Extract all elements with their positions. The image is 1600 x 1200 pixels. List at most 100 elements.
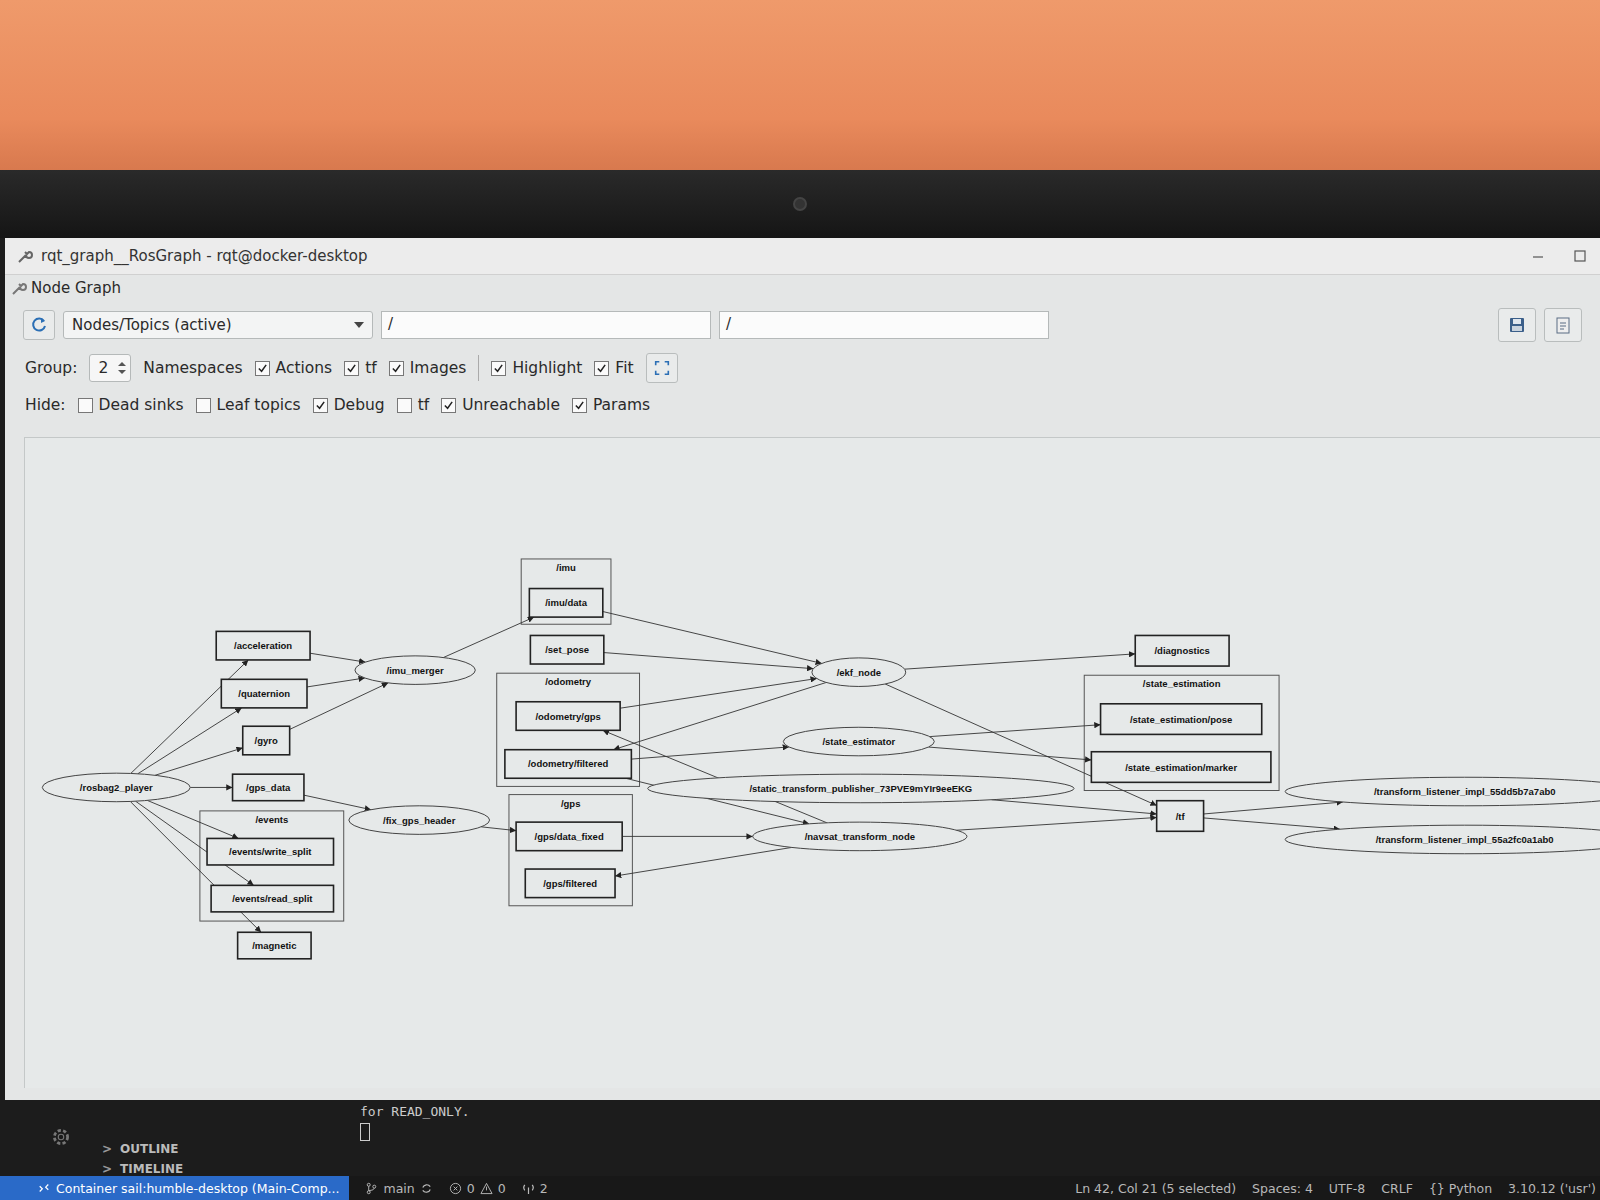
checkbox[interactable]	[344, 361, 359, 376]
photo: rqt_graph__RosGraph - rqt@docker-desktop…	[0, 0, 1600, 1200]
checkbox[interactable]	[196, 398, 211, 413]
topic[interactable]: /diagnostics	[1135, 635, 1229, 666]
refresh-icon	[29, 315, 49, 335]
node[interactable]: /fix_gps_header	[349, 806, 490, 835]
option-checkbox[interactable]: Images	[389, 359, 467, 377]
sidebar-section[interactable]: >OUTLINE	[102, 1142, 183, 1156]
topic[interactable]: /odometry/filtered	[505, 750, 631, 779]
status-item[interactable]: Spaces: 4	[1252, 1181, 1313, 1196]
remote-icon	[38, 1182, 50, 1194]
view-checkbox[interactable]: Highlight	[491, 359, 582, 377]
topic[interactable]: /gps_data	[233, 774, 304, 801]
checkbox[interactable]	[491, 361, 506, 376]
hide-toolbar: Hide: Dead sinks Leaf topics Debug tf Un…	[5, 387, 1600, 423]
refresh-button[interactable]	[23, 310, 55, 340]
checkbox[interactable]	[78, 398, 93, 413]
svg-text:/imu: /imu	[556, 562, 576, 573]
edge	[155, 748, 243, 775]
node[interactable]: /navsat_transform_node	[753, 822, 967, 851]
filter-field[interactable]: /	[719, 311, 1049, 339]
node[interactable]: /static_transform_publisher_73PVE9mYIr9e…	[648, 774, 1074, 803]
webcam-icon	[793, 197, 807, 211]
node-graph[interactable]: /imu/odometry/gps/events/state_estimatio…	[25, 438, 1600, 1088]
topic[interactable]: /state_estimation/pose	[1101, 704, 1262, 735]
svg-text:/static_transform_publisher_73: /static_transform_publisher_73PVE9mYIr9e…	[749, 783, 972, 794]
edge	[304, 795, 371, 810]
topic[interactable]: /events/read_split	[211, 885, 333, 912]
gear-icon[interactable]	[50, 1126, 72, 1148]
node[interactable]: /ekf_node	[812, 658, 906, 687]
topic[interactable]: /tf	[1157, 801, 1204, 832]
topic[interactable]: /odometry/gps	[516, 702, 620, 731]
branch-indicator[interactable]: main	[365, 1181, 432, 1196]
minimize-icon[interactable]	[1530, 248, 1546, 264]
status-item[interactable]: {} Python	[1429, 1181, 1492, 1196]
remote-indicator[interactable]: Container sail:humble-desktop (Main-Comp…	[0, 1176, 349, 1200]
hide-checkbox[interactable]: Params	[572, 396, 650, 414]
checkbox[interactable]	[572, 398, 587, 413]
problems-indicator[interactable]: 0 0	[449, 1181, 506, 1196]
node[interactable]: /rosbag2_player	[42, 773, 190, 802]
edge	[310, 653, 365, 662]
spin-arrows-icon	[118, 361, 126, 375]
hide-checkbox[interactable]: Leaf topics	[196, 396, 301, 414]
fit-view-button[interactable]	[646, 353, 678, 383]
topic[interactable]: /quaternion	[221, 679, 307, 708]
option-checkbox[interactable]: tf	[344, 359, 377, 377]
edge	[1204, 818, 1340, 829]
topic[interactable]: /set_pose	[530, 635, 603, 664]
view-checkbox[interactable]: Fit	[594, 359, 633, 377]
status-item[interactable]: CRLF	[1381, 1181, 1413, 1196]
topic[interactable]: /events/write_split	[207, 838, 333, 865]
hide-checkbox[interactable]: tf	[397, 396, 430, 414]
svg-text:/ekf_node: /ekf_node	[837, 667, 881, 678]
topic[interactable]: /state_estimation/marker	[1091, 752, 1271, 783]
hide-checkbox[interactable]: Unreachable	[441, 396, 560, 414]
status-item[interactable]: 3.10.12 ('usr')	[1508, 1181, 1596, 1196]
checkbox[interactable]	[594, 361, 609, 376]
filter-field[interactable]: /	[381, 311, 711, 339]
group-label: Group:	[25, 359, 77, 377]
checkbox[interactable]	[313, 398, 328, 413]
topic[interactable]: /gyro	[243, 726, 290, 755]
edge	[905, 654, 1136, 669]
antenna-icon	[522, 1182, 535, 1195]
status-item[interactable]: UTF-8	[1329, 1181, 1365, 1196]
option-checkbox[interactable]: Actions	[255, 359, 333, 377]
group-spinbox[interactable]: 2	[89, 354, 131, 382]
namespaces-label: Namespaces	[143, 359, 242, 377]
maximize-icon[interactable]	[1572, 248, 1588, 264]
topic[interactable]: /gps/filtered	[525, 869, 615, 898]
graph-canvas[interactable]: /imu/odometry/gps/events/state_estimatio…	[24, 437, 1600, 1088]
svg-text:/magnetic: /magnetic	[252, 940, 296, 951]
options-toolbar: Group: 2 Namespaces Actions tf Images Hi…	[5, 349, 1600, 387]
node[interactable]: /transform_listener_impl_55dd5b7a7ab0	[1285, 777, 1600, 806]
hide-checkbox[interactable]: Debug	[313, 396, 385, 414]
load-button[interactable]	[1544, 308, 1582, 342]
topic[interactable]: /imu/data	[529, 589, 602, 618]
node[interactable]: /imu_merger	[355, 656, 475, 685]
hide-checkbox[interactable]: Dead sinks	[78, 396, 184, 414]
filter-toolbar: Nodes/Topics (active) / /	[5, 301, 1600, 349]
ports-indicator[interactable]: 2	[522, 1181, 548, 1196]
sync-icon[interactable]	[420, 1182, 433, 1195]
save-button[interactable]	[1498, 308, 1536, 342]
graph-type-dropdown[interactable]: Nodes/Topics (active)	[63, 311, 373, 339]
namespace-group: /gps	[509, 795, 632, 906]
sidebar-section[interactable]: >TIMELINE	[102, 1162, 183, 1176]
topic[interactable]: /gps/data_fixed	[516, 822, 622, 851]
checkbox[interactable]	[389, 361, 404, 376]
checkbox[interactable]	[441, 398, 456, 413]
separator	[478, 355, 479, 381]
checkbox[interactable]	[397, 398, 412, 413]
node[interactable]: /transform_listener_impl_55a2fc0a1ab0	[1285, 825, 1600, 854]
checkbox[interactable]	[255, 361, 270, 376]
node[interactable]: /state_estimator	[783, 727, 934, 756]
load-icon	[1553, 315, 1573, 335]
status-item[interactable]: Ln 42, Col 21 (5 selected)	[1075, 1181, 1236, 1196]
namespace-group: /state_estimation	[1084, 675, 1279, 790]
topic[interactable]: /magnetic	[238, 932, 311, 959]
edge	[930, 725, 1101, 737]
topic[interactable]: /acceleration	[216, 631, 310, 660]
terminal[interactable]: for READ_ONLY.	[340, 1100, 490, 1176]
